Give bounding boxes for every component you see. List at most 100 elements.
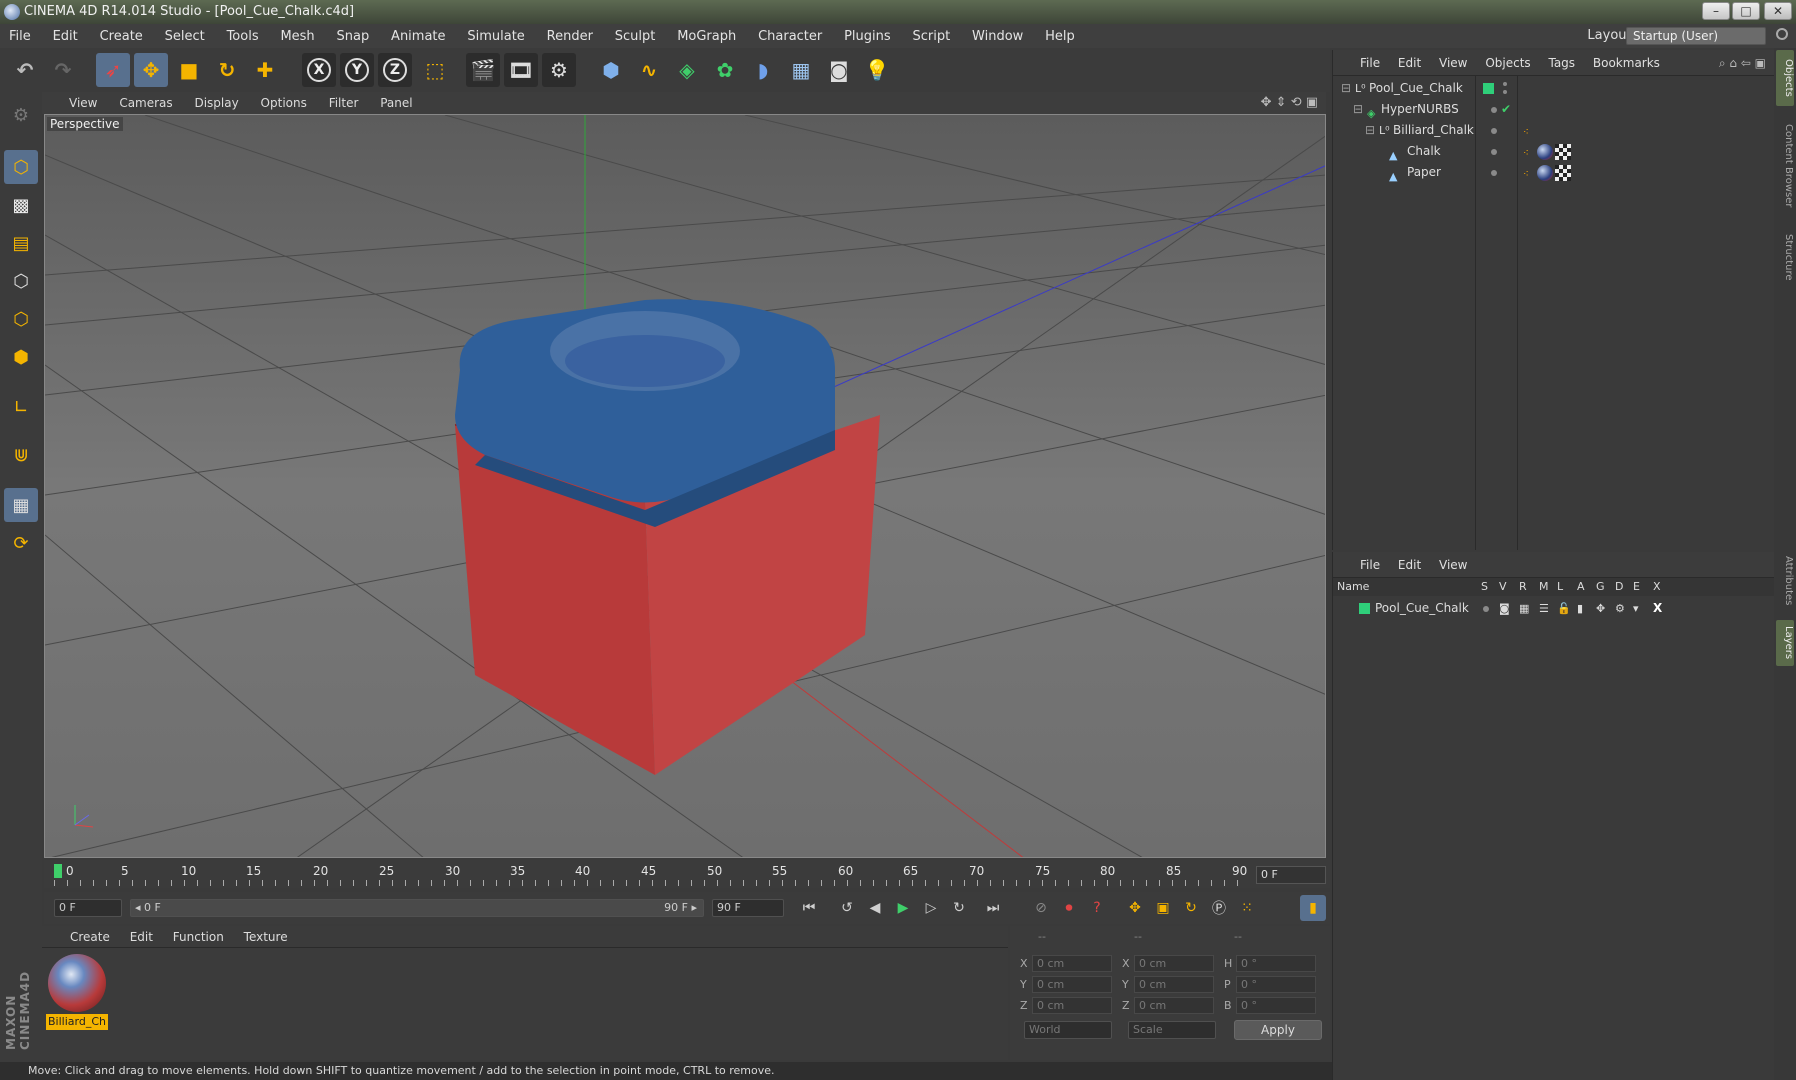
preview-range-slider[interactable]: ◂ 0 F 90 F ▸ [130, 899, 704, 917]
goto-end-icon[interactable]: ⏭ [980, 895, 1006, 921]
object-menu-file[interactable]: File [1353, 50, 1387, 76]
perspective-viewport[interactable]: Perspective [44, 114, 1326, 858]
layer-xref-toggle-icon[interactable]: X [1653, 598, 1662, 619]
polygons-mode-icon[interactable]: ⬢ [4, 340, 38, 374]
spline-icon[interactable]: ∿ [632, 53, 666, 87]
size-z-field[interactable]: 0 cm [1134, 997, 1214, 1014]
menu-character[interactable]: Character [749, 25, 831, 49]
object-row-pool-cue-chalk[interactable]: ⊟ L⁰ Pool_Cue_Chalk [1333, 78, 1774, 99]
menu-mesh[interactable]: Mesh [271, 25, 323, 49]
material-tag-icon[interactable] [1537, 144, 1553, 160]
current-frame-field[interactable]: 0 F [1256, 866, 1326, 884]
object-menu-tags[interactable]: Tags [1541, 50, 1582, 76]
position-z-field[interactable]: 0 cm [1032, 997, 1112, 1014]
previous-frame-icon[interactable]: ◀ [862, 895, 888, 921]
object-menu-objects[interactable]: Objects [1478, 50, 1537, 76]
live-selection-icon[interactable]: ➶ [96, 53, 130, 87]
editor-visibility-dot[interactable] [1491, 107, 1497, 113]
add-tool-icon[interactable]: ✚ [248, 53, 282, 87]
object-row-chalk[interactable]: ▲ Chalk ⁖ [1333, 141, 1774, 162]
render-picture-viewer-icon[interactable]: 🎞 [504, 53, 538, 87]
uvw-tag-icon[interactable] [1555, 165, 1571, 181]
tree-collapse-icon[interactable]: ⊟ [1353, 99, 1363, 120]
next-key-icon[interactable]: ↻ [946, 895, 972, 921]
make-editable-icon[interactable]: ⚙ [4, 98, 38, 132]
layer-render-toggle-icon[interactable]: ▦ [1519, 598, 1529, 619]
tree-collapse-icon[interactable]: ⊟ [1341, 78, 1351, 99]
x-axis-lock-button[interactable]: X [302, 53, 336, 87]
previous-key-icon[interactable]: ↺ [834, 895, 860, 921]
layer-row-pool-cue-chalk[interactable]: Pool_Cue_Chalk ◙ ▦ ☰ 🔓 ▮ ✥ ⚙ ▾ X [1333, 598, 1774, 619]
render-visibility-dot[interactable] [1503, 90, 1507, 94]
layer-animation-toggle-icon[interactable]: ▮ [1577, 598, 1583, 619]
timeline-ruler[interactable]: 0 5 10 15 20 25 30 35 40 45 50 55 60 65 … [44, 860, 1330, 888]
menu-select[interactable]: Select [156, 25, 214, 49]
scale-tool-icon[interactable]: ■ [172, 53, 206, 87]
editor-visibility-dot[interactable] [1491, 170, 1497, 176]
menu-plugins[interactable]: Plugins [835, 25, 900, 49]
position-y-field[interactable]: 0 cm [1032, 976, 1112, 993]
layer-lock-toggle-icon[interactable]: 🔓 [1557, 598, 1571, 619]
rotation-p-field[interactable]: 0 ° [1236, 976, 1316, 993]
menu-animate[interactable]: Animate [382, 25, 454, 49]
apply-button[interactable]: Apply [1234, 1020, 1322, 1040]
layer-menu-view[interactable]: View [1432, 552, 1474, 578]
move-tool-icon[interactable]: ✥ [134, 53, 168, 87]
object-row-billiard-chalk[interactable]: ⊟ L⁰ Billiard_Chalk ⁖ [1333, 120, 1774, 141]
end-frame-field[interactable]: 90 F [712, 899, 784, 917]
viewport-menu-filter[interactable]: Filter [320, 92, 368, 114]
editor-visibility-dot[interactable] [1503, 82, 1507, 86]
goto-start-icon[interactable]: ⏮ [796, 895, 822, 921]
search-icon[interactable] [1776, 28, 1788, 40]
size-y-field[interactable]: 0 cm [1134, 976, 1214, 993]
y-axis-lock-button[interactable]: Y [340, 53, 374, 87]
minimize-button[interactable]: – [1702, 2, 1730, 20]
rotation-h-field[interactable]: 0 ° [1236, 955, 1316, 972]
layout-select[interactable]: Startup (User) [1626, 27, 1766, 45]
tab-structure[interactable]: Structure [1776, 226, 1794, 288]
rotation-b-field[interactable]: 0 ° [1236, 997, 1316, 1014]
start-frame-field[interactable]: 0 F [54, 899, 122, 917]
texture-mode-icon[interactable]: ▩ [4, 188, 38, 222]
coordinate-system-icon[interactable]: ⬚ [418, 53, 452, 87]
editor-visibility-dot[interactable] [1491, 128, 1497, 134]
light-icon[interactable]: 💡 [860, 53, 894, 87]
menu-sculpt[interactable]: Sculpt [606, 25, 665, 49]
object-menu-bookmarks[interactable]: Bookmarks [1586, 50, 1667, 76]
material-menu-create[interactable]: Create [62, 926, 118, 948]
layer-solo-toggle[interactable] [1483, 606, 1489, 612]
menu-simulate[interactable]: Simulate [458, 25, 533, 49]
render-view-icon[interactable]: 🎬 [466, 53, 500, 87]
object-row-paper[interactable]: ▲ Paper ⁖ [1333, 162, 1774, 183]
menu-edit[interactable]: Edit [44, 25, 87, 49]
autokey-icon[interactable]: ? [1084, 895, 1110, 921]
points-mode-icon[interactable]: ⬡ [4, 264, 38, 298]
model-mode-icon[interactable]: ⬡ [4, 150, 38, 184]
coordinate-mode-select[interactable]: Scale [1128, 1021, 1216, 1039]
viewport-menu-panel[interactable]: Panel [371, 92, 421, 114]
tab-attributes[interactable]: Attributes [1776, 548, 1794, 614]
tree-collapse-icon[interactable]: ⊟ [1365, 120, 1375, 141]
position-x-field[interactable]: 0 cm [1032, 955, 1112, 972]
tab-layers[interactable]: Layers [1776, 620, 1794, 666]
workplane-align-icon[interactable]: ⟳ [4, 526, 38, 560]
floor-environment-icon[interactable]: ▦ [784, 53, 818, 87]
menu-help[interactable]: Help [1036, 25, 1084, 49]
layer-menu-file[interactable]: File [1353, 552, 1387, 578]
layer-deformer-toggle-icon[interactable]: ⚙ [1615, 598, 1625, 619]
mograph-cloner-icon[interactable]: ✿ [708, 53, 742, 87]
layer-view-toggle-icon[interactable]: ◙ [1499, 598, 1510, 619]
render-settings-icon[interactable]: ⚙ [542, 53, 576, 87]
rotate-tool-icon[interactable]: ↻ [210, 53, 244, 87]
uvw-tag-icon[interactable] [1555, 144, 1571, 160]
object-menu-edit[interactable]: Edit [1391, 50, 1428, 76]
size-x-field[interactable]: 0 cm [1134, 955, 1214, 972]
undo-icon[interactable]: ↶ [8, 53, 42, 87]
menu-snap[interactable]: Snap [328, 25, 379, 49]
chalk-cube-model[interactable] [454, 299, 880, 775]
next-frame-icon[interactable]: ▷ [918, 895, 944, 921]
viewport-menu-options[interactable]: Options [252, 92, 316, 114]
object-row-hypernurbs[interactable]: ⊟ ◈ HyperNURBS ✔ [1333, 99, 1774, 120]
material-menu-edit[interactable]: Edit [122, 926, 161, 948]
viewport-menu-cameras[interactable]: Cameras [110, 92, 181, 114]
